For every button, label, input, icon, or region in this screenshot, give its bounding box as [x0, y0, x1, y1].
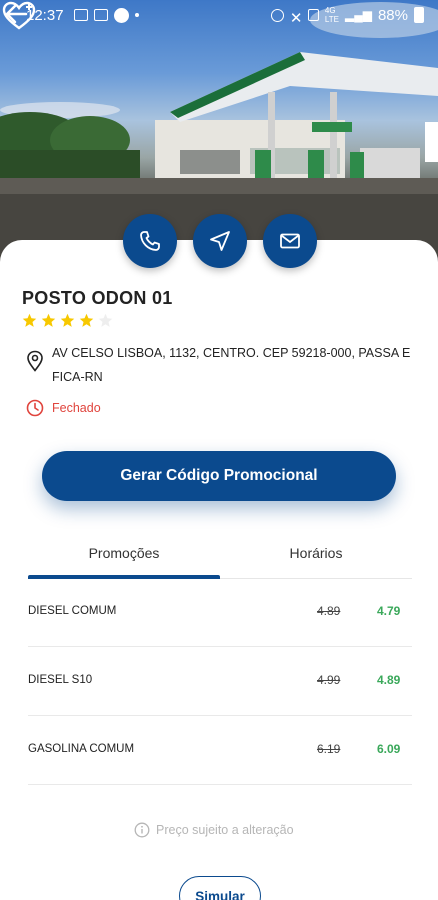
- status-bar: 12:37 ✕ 4G LTE ▂▄▆ 88%: [0, 0, 438, 30]
- price-row: GASOLINA COMUM 6.19 6.09: [28, 717, 412, 785]
- fuel-name: GASOLINA COMUM: [28, 743, 135, 755]
- generate-promo-code-button[interactable]: Gerar Código Promocional: [42, 451, 396, 501]
- rating-stars: [22, 313, 113, 328]
- star-filled-icon: [22, 313, 37, 327]
- mute-icon: ✕: [289, 10, 303, 27]
- signal-icon: [307, 9, 319, 21]
- battery-text: 88%: [377, 6, 408, 24]
- phone-icon: [140, 231, 160, 251]
- star-filled-icon: [41, 313, 56, 327]
- tab-horarios[interactable]: Horários: [220, 545, 412, 579]
- info-icon: [134, 822, 150, 838]
- price-row: DIESEL COMUM 4.89 4.79: [28, 579, 412, 647]
- new-price: 4.89: [377, 673, 401, 687]
- star-filled-icon: [60, 313, 75, 327]
- old-price: 6.19: [317, 742, 341, 756]
- navigation-arrow-icon: [210, 231, 230, 251]
- star-filled-icon: [79, 313, 94, 327]
- new-price: 4.79: [377, 604, 401, 618]
- price-notice-text: Preço sujeito a alteração: [156, 823, 294, 837]
- email-button[interactable]: [263, 214, 317, 268]
- price-notice: Preço sujeito a alteração: [134, 822, 294, 838]
- navigate-button[interactable]: [193, 214, 247, 268]
- fuel-name: DIESEL S10: [28, 674, 93, 686]
- new-price: 6.09: [377, 742, 401, 756]
- location-pin-icon: [27, 350, 43, 372]
- open-status: Fechado: [52, 401, 101, 415]
- cell-signal-icon: ▂▄▆: [345, 8, 372, 22]
- old-price: 4.89: [317, 604, 341, 618]
- gallery-icon: [73, 9, 88, 21]
- notification-dot-icon: [134, 13, 139, 17]
- tab-promocoes[interactable]: Promoções: [28, 545, 220, 579]
- call-button[interactable]: [123, 214, 177, 268]
- price-row: DIESEL S10 4.99 4.89: [28, 648, 412, 716]
- simulate-button[interactable]: Simular: [179, 876, 261, 900]
- heart-icon[interactable]: [0, 0, 38, 32]
- alarm-icon: [270, 8, 284, 22]
- fuel-name: DIESEL COMUM: [28, 605, 117, 617]
- network-type-icon: 4G LTE: [324, 6, 339, 24]
- station-name: POSTO ODON 01: [22, 288, 173, 308]
- app-icon: [113, 7, 129, 23]
- mail-icon: [280, 233, 300, 249]
- station-address: AV CELSO LISBOA, 1132, CENTRO. CEP 59218…: [52, 346, 411, 384]
- clock-icon: [26, 399, 44, 417]
- battery-icon: [414, 7, 424, 23]
- star-empty-icon: [98, 313, 113, 327]
- laptop-icon: [93, 9, 108, 21]
- tab-bar: Promoções Horários: [28, 545, 412, 579]
- old-price: 4.99: [317, 673, 341, 687]
